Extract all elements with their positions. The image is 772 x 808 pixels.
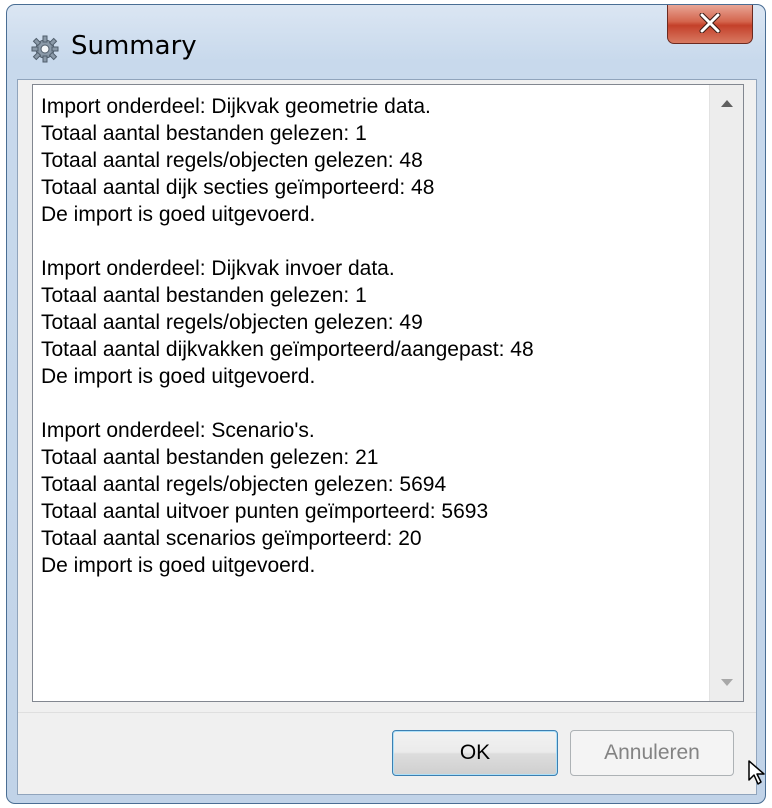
summary-line: Totaal aantal dijk secties geïmporteerd:…	[41, 176, 435, 199]
summary-line: Totaal aantal bestanden gelezen: 1	[41, 122, 367, 145]
vertical-scrollbar[interactable]	[709, 85, 743, 701]
summary-line: Import onderdeel: Dijkvak invoer data.	[41, 257, 395, 280]
scroll-up-icon[interactable]	[721, 99, 733, 107]
summary-line: Totaal aantal dijkvakken geïmporteerd/aa…	[41, 338, 534, 361]
summary-line: Totaal aantal regels/objecten gelezen: 4…	[41, 311, 423, 334]
summary-text: Import onderdeel: Dijkvak geometrie data…	[41, 93, 701, 579]
dialog-content: Import onderdeel: Dijkvak geometrie data…	[17, 79, 757, 795]
title-bar[interactable]: Summary	[7, 5, 765, 81]
summary-line: Totaal aantal bestanden gelezen: 21	[41, 446, 379, 469]
mouse-pointer-icon	[748, 760, 765, 785]
cancel-button[interactable]: Annuleren	[570, 730, 734, 776]
summary-line: De import is goed uitgevoerd.	[41, 203, 316, 226]
summary-line: Totaal aantal scenarios geïmporteerd: 20	[41, 527, 422, 550]
scroll-down-icon[interactable]	[721, 679, 733, 687]
summary-line: Totaal aantal regels/objecten gelezen: 5…	[41, 473, 447, 496]
footer-divider	[18, 712, 756, 713]
gear-icon	[31, 35, 59, 63]
summary-dialog: Summary Import onderdeel: Dijkvak geomet…	[6, 4, 766, 804]
summary-line: De import is goed uitgevoerd.	[41, 554, 316, 577]
ok-button[interactable]: OK	[392, 730, 558, 776]
close-button[interactable]	[667, 5, 753, 44]
summary-line: Totaal aantal bestanden gelezen: 1	[41, 284, 367, 307]
close-icon	[699, 13, 721, 33]
window-title: Summary	[71, 31, 197, 61]
summary-line: Totaal aantal uitvoer punten geïmporteer…	[41, 500, 489, 523]
summary-textbox[interactable]: Import onderdeel: Dijkvak geometrie data…	[32, 84, 744, 702]
summary-line: Import onderdeel: Dijkvak geometrie data…	[41, 95, 431, 118]
summary-line: De import is goed uitgevoerd.	[41, 365, 316, 388]
summary-line: Totaal aantal regels/objecten gelezen: 4…	[41, 149, 423, 172]
summary-line: Import onderdeel: Scenario's.	[41, 419, 315, 442]
